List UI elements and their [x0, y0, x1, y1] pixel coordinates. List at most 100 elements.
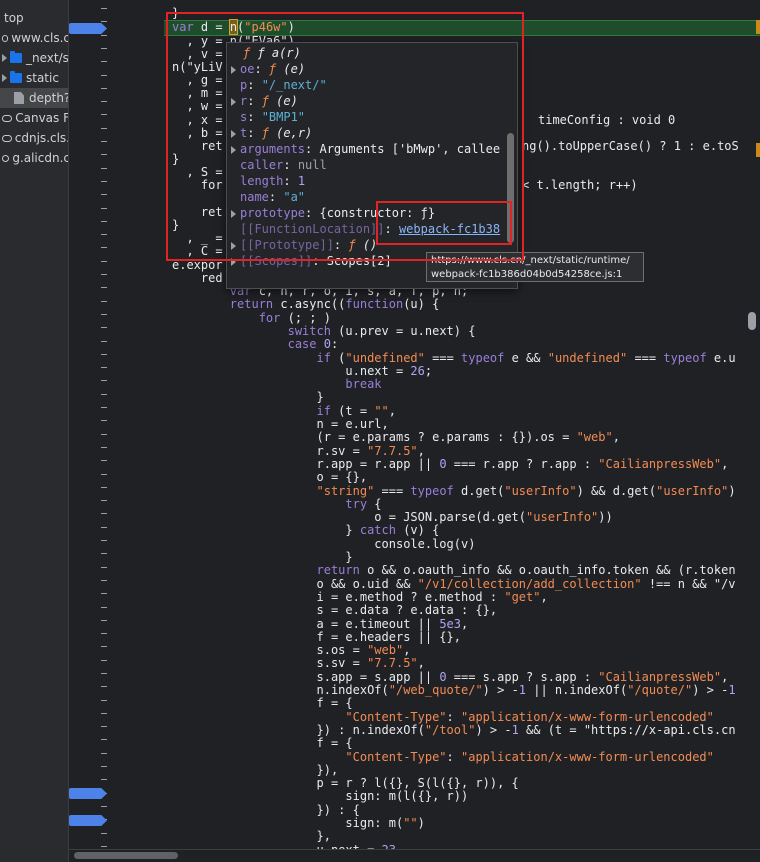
gutter-line-mark: [101, 354, 107, 355]
gutter-line-mark: [101, 833, 107, 834]
gutter-line-mark: [101, 540, 107, 541]
code-line: r.app = r.app || 0 === r.app ? r.app : "…: [172, 456, 729, 471]
code-line: for (; ; ): [258, 310, 331, 325]
folder-icon: [10, 51, 22, 63]
tree-item-canvas[interactable]: Canvas F: [0, 108, 69, 128]
scroll-marker: [756, 143, 760, 157]
tree-item-top[interactable]: top: [0, 8, 68, 28]
tree-item-label: www.cls.c: [11, 31, 69, 45]
code-fragment: < t.length; r++): [522, 178, 638, 192]
gutter-line-mark: [101, 447, 107, 448]
code-line: sign: m(""): [172, 816, 425, 830]
gutter-line-mark: [101, 846, 107, 847]
breakpoint-marker[interactable]: [69, 23, 107, 34]
code-line: o && o.uid && "/v1/collection/add_collec…: [172, 576, 736, 591]
tree-item-label: top: [4, 11, 24, 25]
code-line: f = e.headers || {},: [172, 629, 461, 644]
gutter-line-mark: [101, 247, 107, 248]
horizontal-scrollbar-thumb[interactable]: [74, 852, 178, 859]
code-line: n = e.url,: [172, 417, 389, 431]
breakpoint-marker[interactable]: [69, 788, 107, 799]
gutter-line-mark: [101, 806, 107, 807]
code-line: try {: [345, 496, 382, 511]
gutter-line-mark: [101, 713, 107, 714]
code-line: o = JSON.parse(d.get("userInfo")): [172, 510, 613, 525]
gutter-line-mark: [101, 274, 107, 275]
gutter-line-mark: [101, 181, 107, 182]
gutter-line-mark: [101, 580, 107, 581]
gutter-line-mark: [101, 766, 107, 767]
code-line: u.next = 26;: [172, 363, 433, 378]
file-tree-sidebar: top www.cls.c _next/s static depth?s Can…: [0, 0, 69, 862]
code-line: } catch (v) {: [172, 523, 440, 538]
tree-item-cdnjs[interactable]: cdnjs.cls.: [0, 128, 69, 148]
cloud-icon: [2, 134, 12, 142]
gutter-line-mark: [101, 128, 107, 129]
gutter-line-mark: [101, 261, 107, 262]
gutter-line-mark: [101, 21, 107, 22]
code-line: f = {: [172, 736, 353, 751]
breakpoint-marker[interactable]: [69, 815, 107, 826]
gutter-line-mark: [101, 700, 107, 701]
gutter-line-mark: [101, 434, 107, 435]
code-line: case 0:: [287, 337, 339, 352]
gutter-line-mark: [101, 341, 107, 342]
tree-item-label: g.alicdn.c: [12, 151, 69, 165]
gutter-line-mark: [101, 194, 107, 195]
gutter-line-mark: [101, 367, 107, 368]
code-line: s.app = s.app || 0 === s.app ? s.app : "…: [172, 669, 729, 684]
cloud-icon: [2, 34, 9, 42]
code-line: if (t = "",: [316, 403, 397, 418]
gutter-line-mark: [101, 553, 107, 554]
line-gutter[interactable]: [69, 0, 164, 850]
code-line: console.log(v): [172, 536, 476, 551]
gutter-line-mark: [101, 234, 107, 235]
gutter-line-mark: [101, 660, 107, 661]
gutter-line-mark: [101, 301, 107, 302]
gutter-line-mark: [101, 567, 107, 568]
gutter-line-mark: [101, 607, 107, 608]
gutter-line-mark: [101, 208, 107, 209]
gutter-line-mark: [101, 739, 107, 740]
gutter-line-mark: [101, 620, 107, 621]
code-line: return o && o.oauth_info && o.oauth_info…: [316, 563, 736, 578]
file-icon: [14, 92, 24, 104]
tree-item-alicdn[interactable]: g.alicdn.c: [0, 148, 69, 168]
code-fragment: timeConfig : void 0: [538, 113, 676, 127]
gutter-line-mark: [101, 61, 107, 62]
tree-item-label: static: [26, 71, 59, 85]
gutter-line-mark: [101, 527, 107, 528]
code-fragment: ng().toUpperCase() ? 1 : e.toS: [522, 139, 739, 153]
gutter-line-mark: [101, 287, 107, 288]
code-line: if ("undefined" === typeof e && "undefin…: [316, 350, 736, 365]
code-line: }: [172, 390, 324, 405]
code-line: return c.async((function(u) {: [229, 297, 440, 312]
cloud-icon: [2, 154, 10, 162]
gutter-line-mark: [101, 327, 107, 328]
gutter-line-mark: [101, 380, 107, 381]
gutter-line-mark: [101, 35, 107, 36]
code-line: }),: [172, 762, 339, 777]
code-line: sign: m(l({}, r)): [172, 789, 469, 804]
gutter-line-mark: [101, 646, 107, 647]
gutter-line-mark: [101, 593, 107, 594]
tree-item-label: Canvas F: [15, 111, 69, 125]
tree-item-label: cdnjs.cls.: [14, 131, 69, 145]
expand-arrow-icon[interactable]: [2, 54, 7, 62]
expand-arrow-icon[interactable]: [2, 74, 7, 82]
tree-item-domain-cls[interactable]: www.cls.c: [0, 28, 69, 48]
gutter-line-mark: [101, 168, 107, 169]
gutter-line-mark: [101, 487, 107, 488]
scroll-marker: [756, 20, 760, 34]
code-line: f = {: [172, 696, 353, 711]
vertical-scrollbar-thumb[interactable]: [748, 312, 756, 330]
gutter-line-mark: [101, 500, 107, 501]
gutter-line-mark: [101, 420, 107, 421]
tree-item-next-folder[interactable]: _next/s: [0, 48, 68, 68]
gutter-line-mark: [101, 154, 107, 155]
gutter-line-mark: [101, 394, 107, 395]
tree-item-static-folder[interactable]: static: [0, 68, 68, 88]
tree-item-depth-file[interactable]: depth?s: [0, 88, 68, 108]
gutter-line-mark: [101, 673, 107, 674]
gutter-line-mark: [101, 686, 107, 687]
